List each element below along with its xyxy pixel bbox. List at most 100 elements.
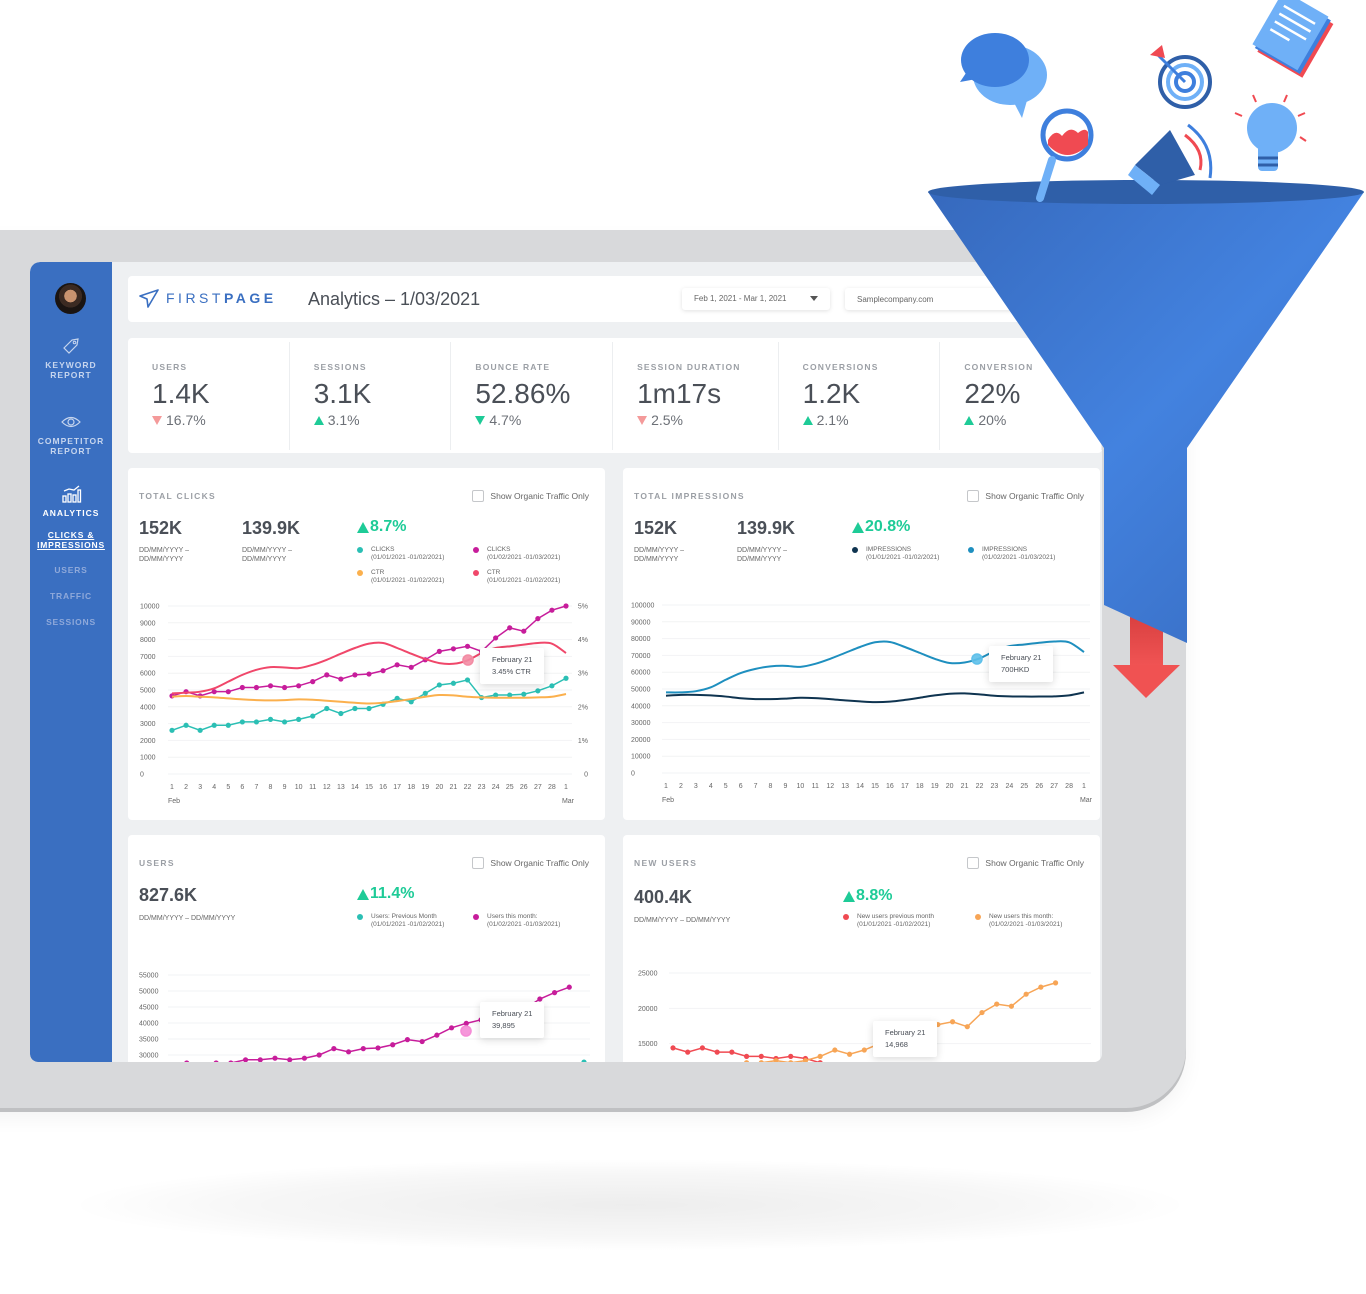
firstpage-logo[interactable]: FIRSTPAGE — [138, 288, 277, 308]
x-group-label: Feb — [662, 797, 674, 804]
document-icon — [1252, 0, 1334, 78]
kpi-conversion: CONVERSION 22% 20% — [940, 342, 1102, 450]
y-tick-label: 3000 — [140, 721, 156, 728]
kpi-label: USERS — [152, 362, 188, 372]
up-arrow-icon — [357, 521, 369, 533]
clicks-chart[interactable]: 0100020003000400050006000700080009000100… — [128, 596, 605, 811]
x-tick-label: 14 — [351, 784, 359, 791]
x-tick-label: 18 — [407, 784, 415, 791]
top-bar: FIRSTPAGE Analytics – 1/03/2021 Feb 1, 2… — [128, 276, 1102, 322]
website-input[interactable] — [845, 288, 1045, 310]
x-tick-label: 23 — [478, 784, 486, 791]
x-tick-label: 20 — [435, 784, 443, 791]
x-tick-label: 12 — [826, 783, 834, 790]
y-tick-label: 60000 — [631, 670, 651, 677]
x-tick-label: 3 — [694, 783, 698, 790]
impressions-previous-range: DD/MM/YYYY – DD/MM/YYYY — [737, 547, 788, 563]
user-avatar[interactable] — [55, 283, 86, 314]
y-tick-label: 40000 — [631, 703, 651, 710]
sidebar-subitem-sessions[interactable]: SESSIONS — [30, 617, 112, 627]
impressions-delta: 20.8% — [852, 518, 910, 536]
x-group-label: Mar — [1080, 797, 1093, 804]
x-tick-label: 13 — [841, 783, 849, 790]
checkbox-icon — [472, 857, 485, 869]
y-tick-label: 9000 — [140, 620, 156, 627]
data-point — [316, 1052, 322, 1058]
data-point — [450, 646, 457, 652]
up-arrow-icon — [802, 415, 813, 425]
organic-traffic-checkbox[interactable]: Show Organic Traffic Only — [472, 490, 589, 502]
data-point — [408, 664, 414, 670]
data-point — [422, 690, 428, 696]
y-tick-label: 1000 — [140, 755, 156, 762]
sidebar-item-competitor-report[interactable]: COMPETITOR REPORT — [30, 412, 112, 456]
organic-traffic-checkbox[interactable]: Show Organic Traffic Only — [967, 490, 1084, 502]
new-users-card: NEW USERS Show Organic Traffic Only 400.… — [623, 835, 1100, 1062]
y-tick-label: 7000 — [140, 654, 156, 661]
data-point — [535, 688, 541, 694]
sidebar-subitem-users[interactable]: USERS — [30, 565, 112, 575]
legend-item: CTR (01/01/2021 -01/02/2021) — [357, 569, 444, 585]
data-point — [211, 722, 217, 728]
x-group-label: Mar — [562, 798, 575, 805]
sidebar-item-keyword-report[interactable]: KEYWORD REPORT — [30, 336, 112, 380]
x-tick-label: 21 — [961, 783, 969, 790]
data-point — [296, 683, 302, 689]
legend-dot-icon — [357, 914, 363, 920]
kpi-change: 2.1% — [802, 412, 940, 428]
x-tick-label: 4 — [212, 784, 216, 791]
y-tick-label: 2000 — [140, 738, 156, 745]
data-point — [817, 1060, 823, 1062]
data-point — [310, 679, 316, 685]
data-point — [169, 727, 175, 733]
x-tick-label: 26 — [520, 784, 528, 791]
impressions-chart[interactable]: 0 10000 20000 30000 40000 50000 60000 70000 8000… — [623, 596, 1100, 811]
kpi-sessions: SESSIONS 3.1K 3.1% — [290, 342, 452, 450]
x-tick-label: 24 — [1005, 783, 1013, 790]
x-tick-label: 16 — [379, 784, 387, 791]
data-point — [1023, 991, 1029, 997]
y-tick-label: 55000 — [139, 973, 159, 980]
data-point — [743, 1053, 750, 1059]
users-delta: 11.4% — [357, 885, 414, 903]
sidebar-item-analytics[interactable]: ANALYTICS — [30, 484, 112, 518]
total-impressions-card: TOTAL IMPRESSIONS Show Organic Traffic O… — [623, 468, 1100, 820]
y-tick-label: 10000 — [140, 604, 160, 611]
users-range: DD/MM/YYYY – DD/MM/YYYY — [139, 915, 236, 922]
x-tick-label: 2 — [184, 784, 188, 791]
checkbox-icon — [967, 857, 980, 869]
data-point — [758, 1060, 764, 1062]
data-point — [242, 1057, 249, 1062]
date-range-select[interactable]: Feb 1, 2021 - Mar 1, 2021 — [682, 288, 830, 310]
data-point — [464, 677, 471, 683]
sidebar-subitem-traffic[interactable]: TRAFFIC — [30, 591, 112, 601]
kpi-strip: USERS 1.4K 16.7% SESSIONS 3.1K 3.1% BOUNCE RAT… — [128, 338, 1102, 453]
data-point — [253, 719, 260, 725]
new-users-chart[interactable]: 10000150002000025000 — [623, 953, 1100, 1062]
x-tick-label: 1 — [170, 784, 174, 791]
data-point — [324, 672, 330, 678]
kpi-label: SESSION DURATION — [637, 362, 741, 372]
impressions-previous-value: 139.9K — [737, 518, 796, 538]
organic-traffic-checkbox[interactable]: Show Organic Traffic Only — [967, 857, 1084, 869]
x-tick-label: 8 — [769, 783, 773, 790]
organic-traffic-checkbox[interactable]: Show Organic Traffic Only — [472, 857, 589, 869]
x-tick-label: 1 — [1082, 783, 1086, 790]
data-point — [352, 705, 358, 712]
up-arrow-icon — [843, 890, 855, 902]
data-point — [450, 680, 457, 686]
legend-item: CTR (01/01/2021 -01/02/2021) — [473, 569, 560, 585]
kpi-value: 3.1K — [313, 378, 372, 409]
data-point — [366, 671, 372, 677]
legend-dot-icon — [975, 914, 981, 920]
users-card: USERS Show Organic Traffic Only 827.6K D… — [128, 835, 605, 1062]
x-tick-label: 15 — [365, 784, 373, 791]
legend-dot-icon — [473, 914, 479, 920]
data-point — [463, 1020, 469, 1026]
kpi-value: 1.4K — [152, 378, 210, 409]
x-tick-label: 5 — [724, 783, 728, 790]
y-tick-label: 30000 — [139, 1053, 159, 1060]
sidebar-subitem-clicks-impressions[interactable]: CLICKS & IMPRESSIONS — [30, 530, 112, 550]
clicks-previous-range: DD/MM/YYYY – DD/MM/YYYY — [242, 547, 293, 563]
data-point — [338, 710, 344, 717]
